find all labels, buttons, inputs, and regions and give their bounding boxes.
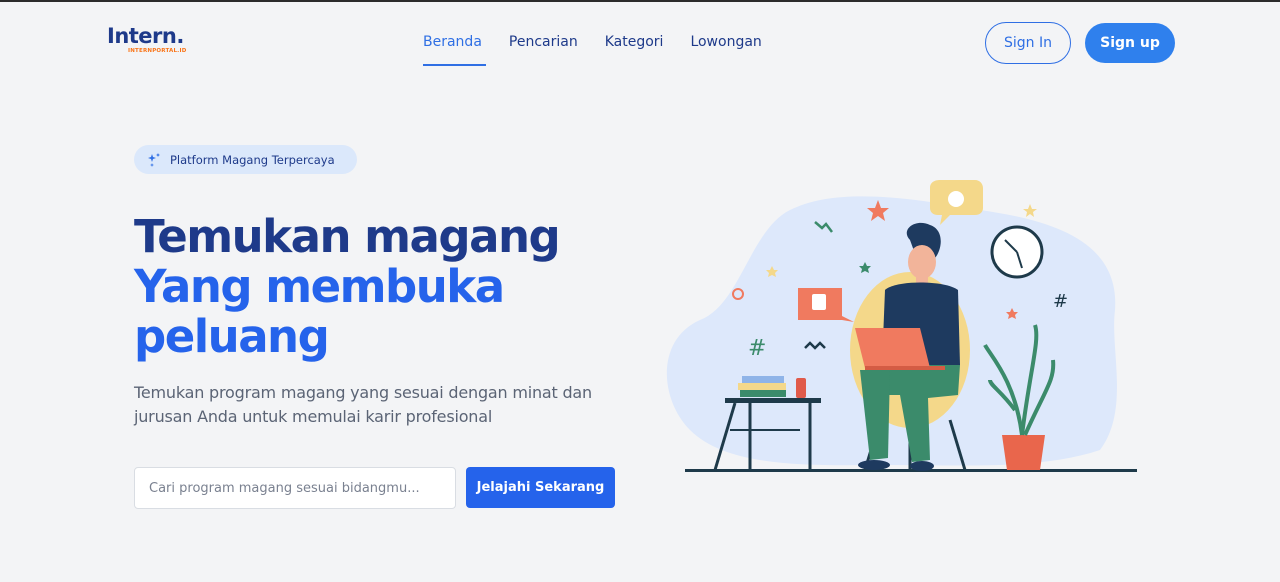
search-input[interactable] bbox=[134, 467, 456, 509]
svg-text:#: # bbox=[1053, 291, 1068, 312]
nav-item-lowongan[interactable]: Lowongan bbox=[690, 34, 761, 56]
hero-title-line-1: Temukan magang bbox=[134, 210, 561, 263]
sign-in-button[interactable]: Sign In bbox=[985, 22, 1071, 64]
hero-title-line-2: Yang membuka bbox=[134, 260, 505, 313]
hero-title-line-3: peluang bbox=[134, 310, 330, 363]
explore-button[interactable]: Jelajahi Sekarang bbox=[466, 467, 615, 508]
main-nav: Beranda Pencarian Kategori Lowongan bbox=[423, 34, 762, 66]
sign-up-button[interactable]: Sign up bbox=[1085, 23, 1175, 63]
hero-subtitle: Temukan program magang yang sesuai denga… bbox=[134, 383, 592, 426]
platform-badge: Platform Magang Terpercaya bbox=[134, 145, 357, 174]
top-border bbox=[0, 0, 1280, 2]
logo-subtext: INTERNPORTAL.ID bbox=[128, 48, 187, 54]
logo-wordmark: Intern. bbox=[107, 24, 184, 48]
nav-item-pencarian[interactable]: Pencarian bbox=[509, 34, 578, 56]
plant-pot bbox=[1002, 435, 1045, 470]
nav-item-kategori[interactable]: Kategori bbox=[605, 34, 664, 56]
nav-item-beranda[interactable]: Beranda bbox=[423, 34, 486, 66]
logo[interactable]: Intern. INTERNPORTAL.ID bbox=[107, 24, 186, 54]
side-table bbox=[725, 398, 821, 403]
sparkle-icon bbox=[148, 152, 160, 167]
hero-title: Temukan magang Yang membuka peluang bbox=[134, 212, 654, 362]
svg-text:#: # bbox=[748, 336, 766, 361]
badge-label: Platform Magang Terpercaya bbox=[170, 152, 335, 167]
hero-illustration: # # bbox=[666, 180, 1137, 472]
